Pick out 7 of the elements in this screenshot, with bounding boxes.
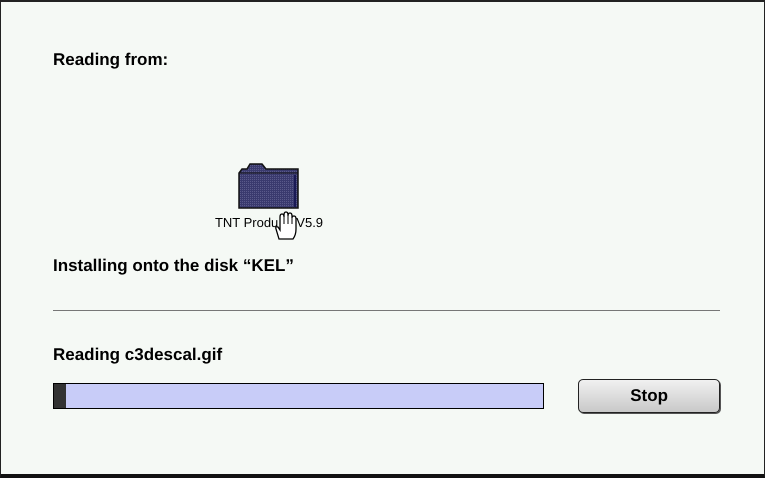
folder-icon: [238, 163, 300, 209]
destination-text: Installing onto the disk “KEL”: [53, 255, 295, 277]
folder-label: V5.9: [296, 215, 324, 231]
stop-button[interactable]: Stop: [578, 379, 720, 413]
status-text: Reading c3descal.gif: [53, 344, 224, 366]
folder-label: TNT Produ: [214, 215, 278, 231]
source-heading: Reading from:: [53, 49, 170, 71]
